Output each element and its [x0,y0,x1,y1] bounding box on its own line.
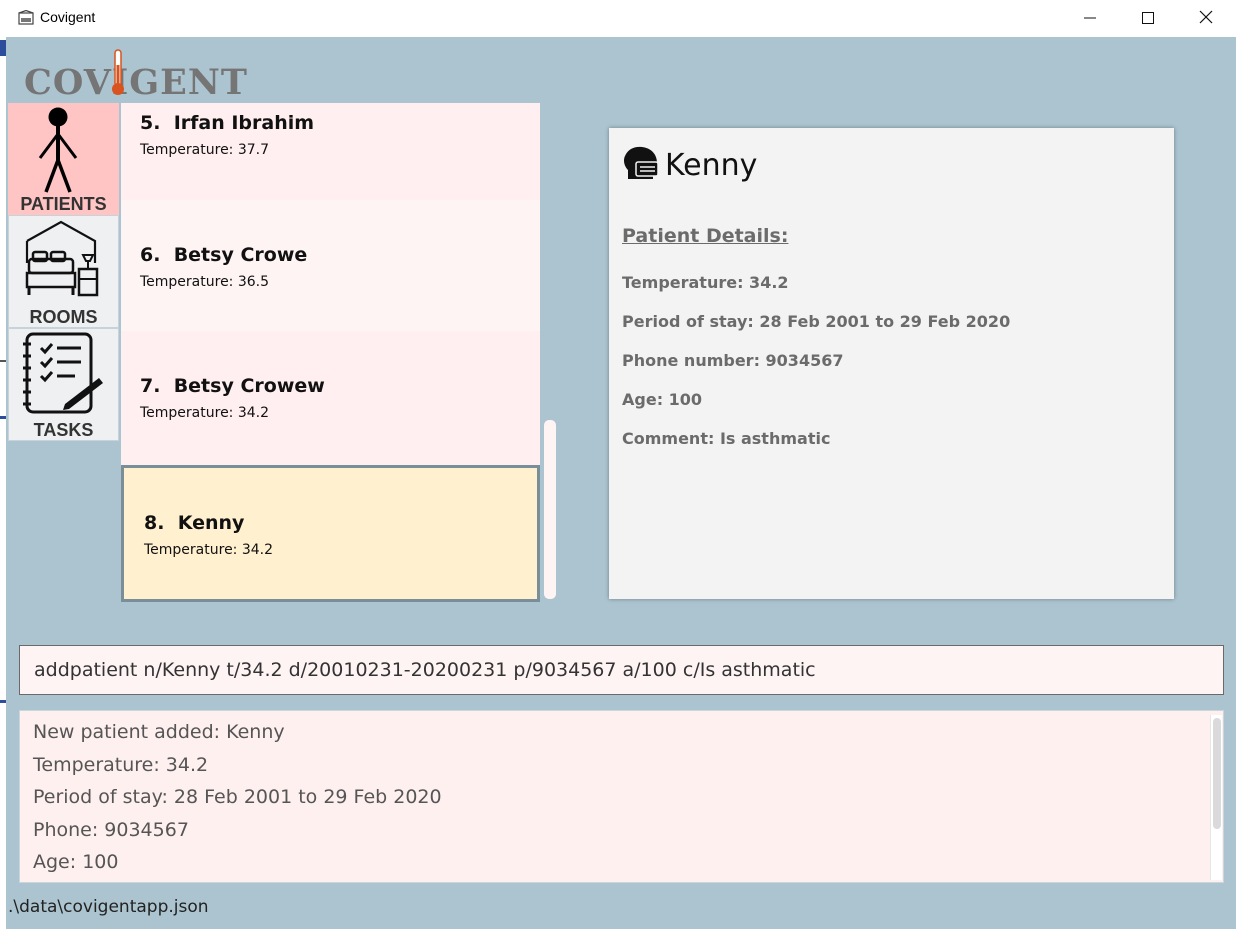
nav-tasks-label: TASKS [33,420,94,440]
patient-details-heading: Patient Details: [622,225,789,247]
close-button[interactable] [1177,0,1235,37]
patient-card[interactable]: 7. Betsy Crowew Temperature: 34.2 [121,331,540,465]
patient-card-title: 6. Betsy Crowe [140,244,308,266]
close-icon [1199,9,1213,28]
detail-comment: Comment: Is asthmatic [622,429,831,448]
covigent-logo: COVIGENT [24,45,254,103]
patient-card-temperature: Temperature: 36.5 [140,274,270,290]
maximize-button[interactable] [1119,0,1177,37]
result-line: Phone: 9034567 [33,819,189,841]
detail-temperature: Temperature: 34.2 [622,273,789,292]
patient-card-selected[interactable]: 8. Kenny Temperature: 34.2 [121,465,540,602]
bedroom-icon [23,219,99,303]
patient-list-scrollbar[interactable] [544,420,556,599]
thermometer-icon [110,49,126,101]
app-window: Covigent COVIGENT PATIENTS ROOMS TASKS 5… [0,0,1236,929]
result-scrollbar-thumb[interactable] [1213,718,1221,829]
window-title: Covigent [40,9,96,25]
minimize-icon [1084,9,1096,28]
patient-detail-panel: Kenny Patient Details: Temperature: 34.2… [609,128,1174,599]
patient-card[interactable]: 5. Irfan Ibrahim Temperature: 37.7 [121,103,540,200]
result-scrollbar[interactable] [1210,715,1222,880]
command-box[interactable] [19,645,1224,695]
minimize-button[interactable] [1061,0,1119,37]
patient-detail-name: Kenny [665,148,758,183]
detail-age: Age: 100 [622,390,703,409]
result-line: Age: 100 [33,851,119,873]
detail-period-of-stay: Period of stay: 28 Feb 2001 to 29 Feb 20… [622,312,1011,331]
result-line: Period of stay: 28 Feb 2001 to 29 Feb 20… [33,786,442,808]
patient-card[interactable]: 6. Betsy Crowe Temperature: 36.5 [121,200,540,331]
nav-rooms-button[interactable]: ROOMS [8,215,119,328]
stick-figure-icon [37,106,79,198]
patient-head-icon [622,146,660,188]
checklist-icon [21,332,105,420]
nav-patients-button[interactable]: PATIENTS [8,103,119,215]
status-bar: .\data\covigentapp.json [6,893,1236,929]
patient-list[interactable]: 5. Irfan Ibrahim Temperature: 37.7 6. Be… [121,103,541,603]
logo-wordmark: COVIGENT [24,62,248,103]
result-line: Temperature: 34.2 [33,754,209,776]
patient-card-title: 8. Kenny [144,512,245,534]
result-line: New patient added: Kenny [33,721,285,743]
maximize-icon [1142,9,1154,28]
save-file-path: .\data\covigentapp.json [8,897,209,917]
nav-rooms-label: ROOMS [29,307,98,327]
patient-card-title: 5. Irfan Ibrahim [140,112,315,134]
result-display[interactable]: New patient added: Kenny Temperature: 34… [19,710,1224,883]
app-icon [18,9,34,26]
patient-card-title: 7. Betsy Crowew [140,375,325,397]
patient-card-temperature: Temperature: 37.7 [140,142,270,158]
nav-patients-label: PATIENTS [20,194,107,214]
app-body: COVIGENT PATIENTS ROOMS TASKS 5. Irfan I… [6,37,1236,929]
patient-card-temperature: Temperature: 34.2 [144,542,274,558]
title-bar[interactable]: Covigent [6,0,1236,37]
command-input[interactable] [20,646,1223,694]
patient-card-temperature: Temperature: 34.2 [140,405,270,421]
detail-phone-number: Phone number: 9034567 [622,351,844,370]
nav-tasks-button[interactable]: TASKS [8,328,119,441]
